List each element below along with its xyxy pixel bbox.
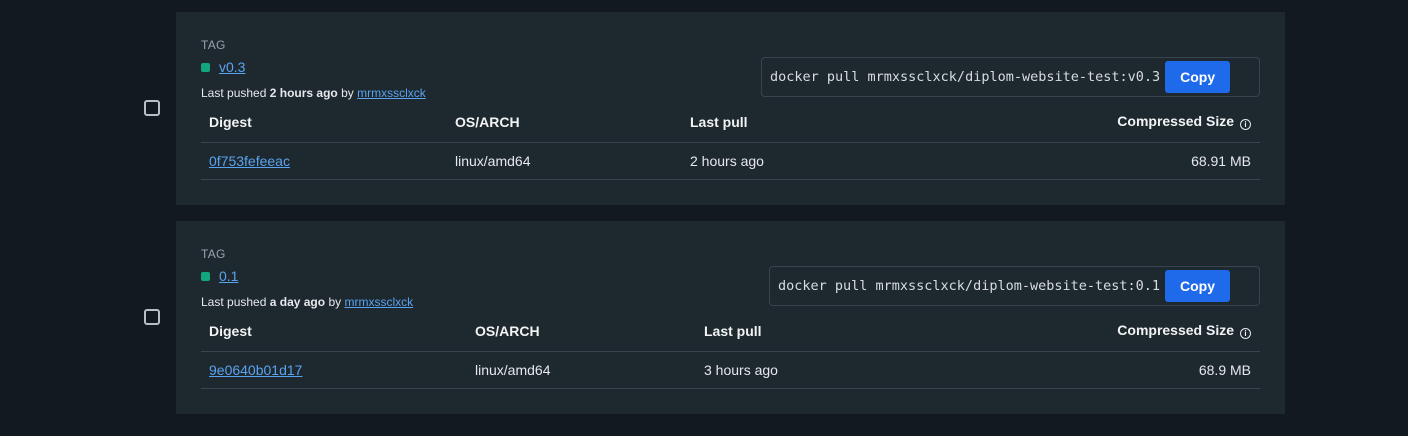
status-dot-icon [201, 62, 210, 72]
digest-link[interactable]: 9e0640b01d17 [209, 362, 302, 378]
column-header-compressed-size: Compressed Size i [1117, 322, 1251, 339]
tag-card: TAG v0.3 Last pushed 2 hours ago by mrmx… [176, 12, 1285, 205]
pull-command-text[interactable]: docker pull mrmxssclxck/diplom-website-t… [770, 278, 1165, 294]
column-header-digest: Digest [209, 323, 252, 339]
compressed-size-value: 68.91 MB [1191, 153, 1251, 169]
compressed-size-label: Compressed Size [1117, 113, 1234, 129]
last-pull-value: 3 hours ago [704, 362, 778, 378]
status-dot-icon [201, 271, 210, 281]
column-header-digest: Digest [209, 114, 252, 130]
column-header-last-pull: Last pull [704, 323, 762, 339]
tag-heading: TAG [201, 38, 226, 52]
tag-row: v0.3 [201, 59, 245, 75]
column-header-os-arch: OS/ARCH [475, 323, 540, 339]
last-pushed-info: Last pushed a day ago by mrmxssclxck [201, 295, 413, 309]
tag-select-checkbox[interactable] [144, 309, 160, 325]
pushed-prefix: Last pushed [201, 295, 267, 309]
info-icon[interactable]: i [1240, 328, 1251, 339]
pushed-by-prefix: by [341, 86, 354, 100]
tag-card: TAG 0.1 Last pushed a day ago by mrmxssc… [176, 221, 1285, 414]
tag-select-checkbox[interactable] [144, 100, 160, 116]
table-divider [201, 388, 1260, 389]
pull-command-box: docker pull mrmxssclxck/diplom-website-t… [769, 266, 1260, 306]
pull-command-box: docker pull mrmxssclxck/diplom-website-t… [761, 57, 1260, 97]
pushed-by-prefix: by [328, 295, 342, 309]
pushed-by-user-link[interactable]: mrmxssclxck [344, 295, 413, 309]
tag-name-link[interactable]: v0.3 [219, 59, 245, 75]
digest-link[interactable]: 0f753fefeeac [209, 153, 290, 169]
pushed-prefix: Last pushed [201, 86, 267, 100]
compressed-size-label: Compressed Size [1117, 322, 1234, 338]
os-arch-value: linux/amd64 [455, 153, 531, 169]
tag-name-link[interactable]: 0.1 [219, 268, 238, 284]
info-icon[interactable]: i [1240, 119, 1251, 130]
column-header-os-arch: OS/ARCH [455, 114, 520, 130]
table-divider [201, 142, 1260, 143]
tag-heading: TAG [201, 247, 226, 261]
last-pushed-info: Last pushed 2 hours ago by mrmxssclxck [201, 86, 426, 100]
table-divider [201, 351, 1260, 352]
copy-button[interactable]: Copy [1165, 270, 1231, 302]
copy-button[interactable]: Copy [1165, 61, 1231, 93]
tag-row: 0.1 [201, 268, 238, 284]
pushed-time: 2 hours ago [269, 86, 338, 100]
pushed-time: a day ago [269, 295, 326, 309]
compressed-size-value: 68.9 MB [1198, 362, 1251, 378]
column-header-last-pull: Last pull [690, 114, 748, 130]
table-divider [201, 179, 1260, 180]
pushed-by-user-link[interactable]: mrmxssclxck [357, 86, 426, 100]
os-arch-value: linux/amd64 [475, 362, 551, 378]
pull-command-text[interactable]: docker pull mrmxssclxck/diplom-website-t… [762, 69, 1165, 85]
last-pull-value: 2 hours ago [690, 153, 764, 169]
column-header-compressed-size: Compressed Size i [1117, 113, 1251, 130]
